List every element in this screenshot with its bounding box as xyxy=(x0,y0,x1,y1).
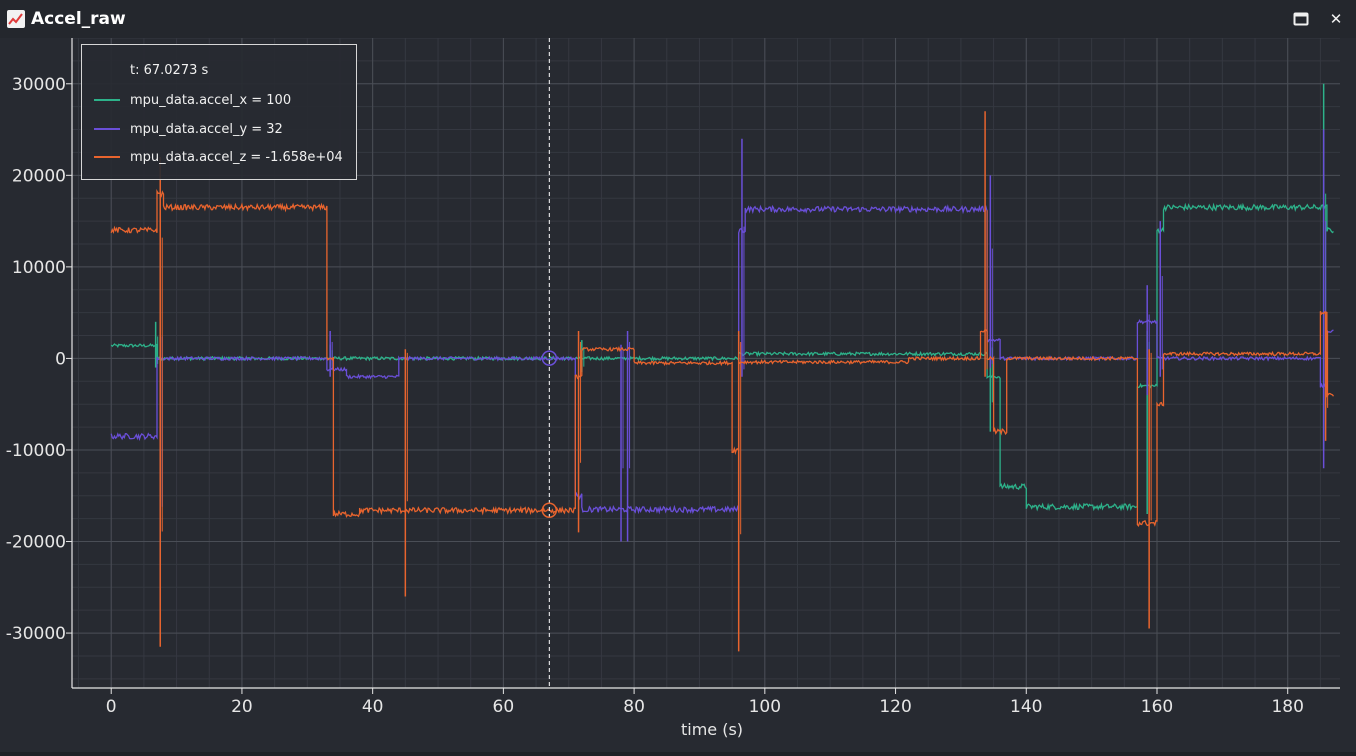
y-tick-label: 20000 xyxy=(12,166,66,186)
legend: t: 67.0273 s mpu_data.accel_x = 100 mpu_… xyxy=(81,44,357,180)
x-tick-label: 80 xyxy=(623,697,645,717)
y-tick-label: -20000 xyxy=(6,533,66,553)
line-chart-icon xyxy=(7,10,25,28)
y-tick-label: -10000 xyxy=(6,441,66,461)
plot-window: Accel_raw ✕ 0 20 40 60 80 100 120 140 160 180 -300… xyxy=(0,0,1356,752)
legend-swatch xyxy=(94,156,120,158)
window-title: Accel_raw xyxy=(31,9,126,29)
legend-item-accel-y: mpu_data.accel_y = 32 xyxy=(94,120,283,138)
x-tick-label: 160 xyxy=(1141,697,1173,717)
legend-swatch xyxy=(94,128,120,130)
y-tick-label: 0 xyxy=(55,349,66,369)
x-axis-label: time (s) xyxy=(681,720,743,739)
legend-label: mpu_data.accel_y = 32 xyxy=(130,121,283,137)
x-tick-label: 100 xyxy=(749,697,781,717)
legend-item-accel-z: mpu_data.accel_z = -1.658e+04 xyxy=(94,148,343,166)
legend-item-accel-x: mpu_data.accel_x = 100 xyxy=(94,91,291,109)
x-tick-label: 40 xyxy=(362,697,384,717)
x-tick-label: 120 xyxy=(879,697,911,717)
series-line xyxy=(110,204,1334,515)
close-icon: ✕ xyxy=(1329,10,1343,28)
y-tick-label: 10000 xyxy=(12,258,66,278)
legend-label: mpu_data.accel_z = -1.658e+04 xyxy=(130,149,343,165)
series-mpu-data-accel-y xyxy=(110,129,1334,606)
x-tick-label: 60 xyxy=(493,697,515,717)
y-tick-label: -30000 xyxy=(6,624,66,644)
x-tick-label: 0 xyxy=(106,697,117,717)
close-button[interactable]: ✕ xyxy=(1325,8,1347,30)
legend-label: mpu_data.accel_x = 100 xyxy=(130,92,292,108)
x-tick-label: 140 xyxy=(1010,697,1042,717)
maximize-button[interactable] xyxy=(1290,8,1312,30)
title-bar: Accel_raw ✕ xyxy=(0,0,1356,38)
maximize-icon xyxy=(1293,12,1309,26)
legend-swatch xyxy=(94,99,120,101)
y-tick-label: 30000 xyxy=(12,75,66,95)
cursor-time-label: t: 67.0273 s xyxy=(130,63,209,78)
x-tick-label: 180 xyxy=(1271,697,1303,717)
x-tick-label: 20 xyxy=(231,697,253,717)
